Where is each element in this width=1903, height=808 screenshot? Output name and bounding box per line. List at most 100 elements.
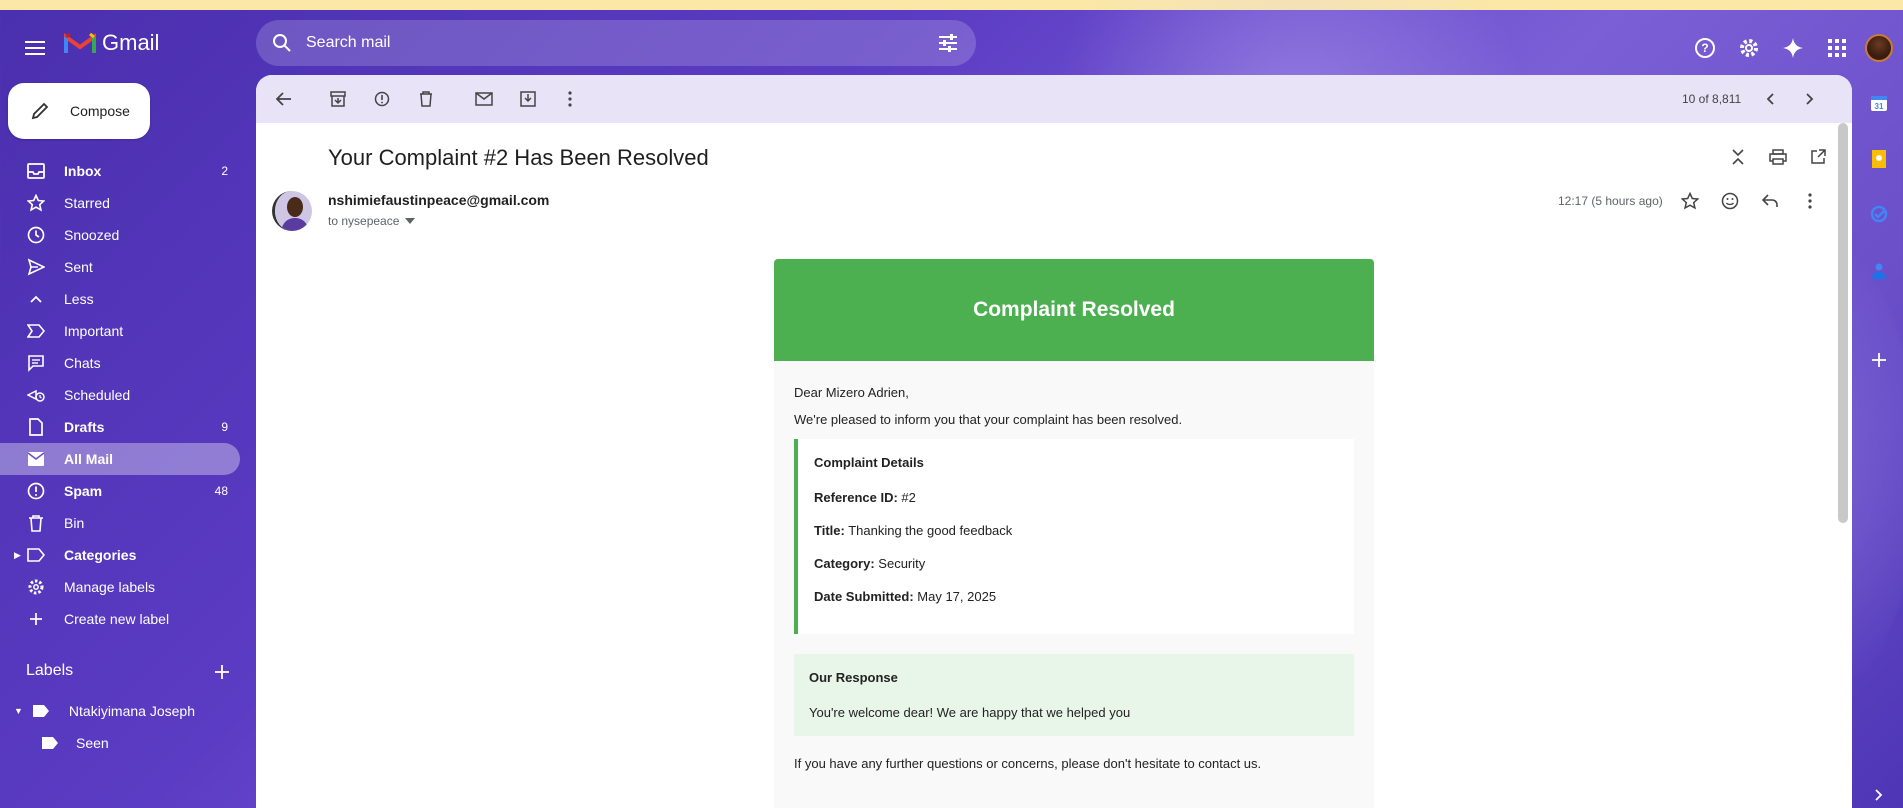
caret-down-icon[interactable] [405, 218, 416, 224]
sidebar-item-drafts[interactable]: Drafts 9 [0, 411, 240, 443]
detail-key: Category: [814, 556, 875, 571]
sidebar-item-label: Snoozed [64, 227, 120, 243]
report-spam-icon[interactable] [370, 87, 394, 111]
header-actions: ? [1681, 28, 1903, 68]
archive-icon[interactable] [326, 87, 350, 111]
sidebar-item-label: Categories [64, 547, 137, 563]
sender-email[interactable]: nshimiefaustinpeace@gmail.com [328, 192, 549, 208]
reply-icon[interactable] [1758, 189, 1782, 213]
chat-icon [26, 353, 46, 373]
sidebar-item-starred[interactable]: Starred [0, 187, 240, 219]
detail-value: May 17, 2025 [913, 589, 997, 604]
recipient-line[interactable]: to nysepeace [328, 214, 416, 228]
expand-caret-icon[interactable]: ▼ [14, 706, 23, 716]
svg-text:?: ? [1701, 41, 1708, 55]
card-title: Complaint Resolved [774, 259, 1374, 361]
help-icon[interactable]: ? [1685, 28, 1725, 68]
sidebar-item-label: Sent [64, 259, 93, 275]
keep-icon[interactable] [1868, 148, 1890, 170]
detail-key: Title: [814, 523, 845, 538]
response-box: Our Response You're welcome dear! We are… [794, 654, 1354, 736]
account-avatar[interactable] [1865, 34, 1893, 62]
delete-icon[interactable] [414, 87, 438, 111]
send-icon [26, 257, 46, 277]
more-vert-icon[interactable] [558, 87, 582, 111]
spam-icon [26, 481, 46, 501]
sidebar-item-manage-labels[interactable]: Manage labels [0, 571, 240, 603]
all-mail-icon [26, 449, 46, 469]
message-position-count: 10 of 8,811 [1682, 92, 1742, 106]
detail-key: Date Submitted: [814, 589, 914, 604]
unread-count: 2 [221, 164, 228, 178]
sidebar-item-label: Spam [64, 483, 103, 499]
apps-grid-icon[interactable] [1817, 28, 1857, 68]
sidebar-item-inbox[interactable]: Inbox 2 [0, 155, 240, 187]
expand-side-panel-chevron-icon[interactable] [1868, 784, 1890, 806]
print-icon[interactable] [1766, 145, 1790, 169]
back-arrow-icon[interactable] [272, 87, 296, 111]
get-addons-plus-icon[interactable] [1868, 349, 1890, 371]
sidebar-item-bin[interactable]: Bin [0, 507, 240, 539]
gmail-logo[interactable]: Gmail [64, 30, 159, 56]
gemini-sparkle-icon[interactable] [1773, 28, 1813, 68]
labels-heading: Labels [26, 662, 74, 679]
detail-key: Reference ID: [814, 490, 898, 505]
gear-icon [26, 577, 46, 597]
compose-button[interactable]: Compose [8, 83, 150, 139]
open-new-window-icon[interactable] [1806, 145, 1830, 169]
sidebar-item-label: Drafts [64, 419, 105, 435]
collapse-all-icon[interactable] [1726, 145, 1750, 169]
sidebar-item-chats[interactable]: Chats [0, 347, 240, 379]
sidebar-item-spam[interactable]: Spam 48 [0, 475, 240, 507]
expand-caret-icon[interactable]: ▶ [14, 550, 21, 561]
main-menu-button[interactable] [18, 30, 54, 66]
unread-count: 9 [221, 420, 228, 434]
label-name: Seen [76, 735, 109, 751]
gmail-m-icon [64, 32, 96, 53]
search-bar[interactable]: Search mail [256, 20, 976, 66]
star-icon[interactable] [1678, 189, 1702, 213]
recipient-text: to nysepeace [328, 214, 400, 228]
hamburger-icon [25, 41, 45, 55]
svg-text:31: 31 [1875, 102, 1884, 111]
sidebar-item-create-label[interactable]: Create new label [0, 603, 240, 635]
scrollbar[interactable] [1838, 123, 1848, 523]
add-label-icon[interactable] [210, 660, 234, 684]
sidebar-item-label: Bin [64, 515, 85, 531]
newer-chevron-left-icon[interactable] [1758, 87, 1782, 111]
move-to-icon[interactable] [516, 87, 540, 111]
detail-value: Security [874, 556, 926, 571]
star-icon [26, 193, 46, 213]
calendar-icon[interactable]: 31 [1868, 92, 1890, 114]
sidebar-item-label: Manage labels [64, 579, 156, 595]
inbox-icon [26, 161, 46, 181]
older-chevron-right-icon[interactable] [1798, 87, 1822, 111]
unread-count: 48 [214, 484, 228, 498]
emoji-react-icon[interactable] [1718, 189, 1742, 213]
search-input[interactable]: Search mail [306, 34, 936, 52]
sidebar-item-label: Chats [64, 355, 101, 371]
sidebar-item-all-mail[interactable]: All Mail [0, 443, 240, 475]
sidebar-item-sent[interactable]: Sent [0, 251, 240, 283]
response-text: You're welcome dear! We are happy that w… [809, 705, 1131, 720]
sidebar-item-label: Scheduled [64, 387, 131, 403]
detail-row: Category: Security [814, 556, 1338, 571]
label-tag-icon [32, 705, 49, 717]
search-icon[interactable] [270, 31, 294, 55]
sidebar-item-important[interactable]: Important [0, 315, 240, 347]
sender-avatar[interactable] [272, 191, 312, 231]
sidebar-item-less[interactable]: Less [0, 283, 240, 315]
label-item-seen[interactable]: Seen [42, 729, 109, 757]
settings-gear-icon[interactable] [1729, 28, 1769, 68]
sidebar-item-snoozed[interactable]: Snoozed [0, 219, 240, 251]
message-view-panel: 10 of 8,811 Your Complaint #2 Has Been R… [256, 75, 1852, 808]
search-options-icon[interactable] [936, 31, 960, 55]
tasks-icon[interactable] [1868, 203, 1890, 225]
mark-unread-icon[interactable] [472, 87, 496, 111]
label-item-ntakiyimana[interactable]: ▼ Ntakiyimana Joseph [14, 697, 195, 725]
sidebar-item-categories[interactable]: ▶ Categories [0, 539, 240, 571]
more-vert-icon[interactable] [1798, 189, 1822, 213]
sidebar-item-scheduled[interactable]: Scheduled [0, 379, 240, 411]
email-body: Dear Mizero Adrien, We're pleased to inf… [774, 361, 1374, 795]
contacts-icon[interactable] [1868, 260, 1890, 282]
